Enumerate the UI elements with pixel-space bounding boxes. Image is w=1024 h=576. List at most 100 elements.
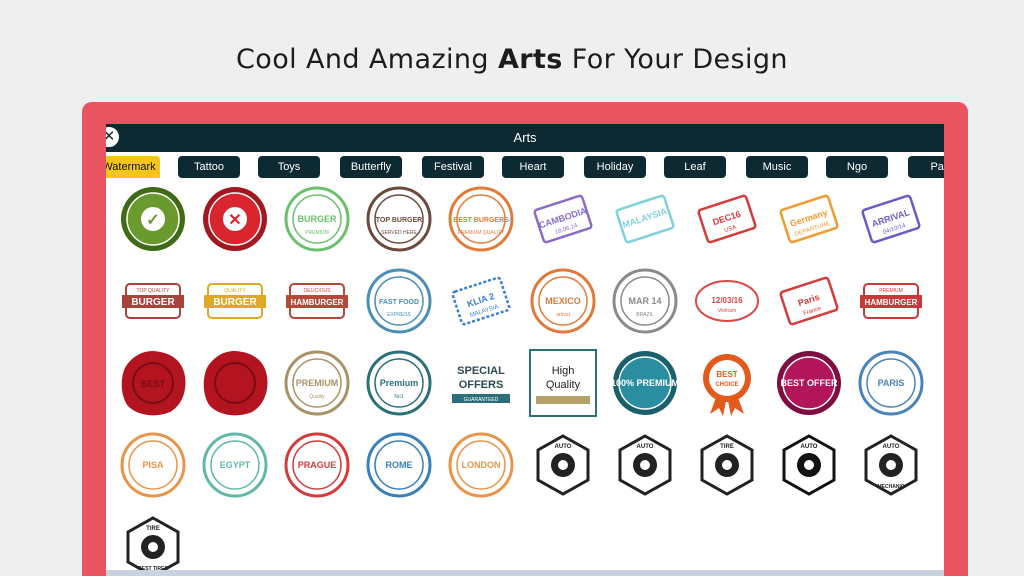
svg-text:DEC16: DEC16 [711,209,742,227]
sticker-14[interactable]: FAST FOOD EXPRESS [364,266,434,336]
svg-text:AUTO: AUTO [801,444,818,450]
tab-festival[interactable]: Festival [422,156,484,178]
svg-text:BEST: BEST [716,370,737,379]
svg-text:TIRE: TIRE [720,444,734,450]
sticker-37[interactable]: AUTO [610,430,680,500]
tab-par[interactable]: Par [908,156,944,178]
headline-text-1: Cool And Amazing [236,44,498,75]
sticker-36[interactable]: AUTO [528,430,598,500]
svg-text:12/03/16: 12/03/16 [711,296,743,305]
sticker-10[interactable]: ARRIVAL 04/10/14 [856,184,926,254]
tab-music[interactable]: Music [746,156,808,178]
sticker-16[interactable]: MEXICO arrival [528,266,598,336]
category-tabs: Watermark Tattoo Toys Butterfly Festival Hear… [106,156,944,178]
sticker-19[interactable]: Paris France [774,266,844,336]
sticker-23[interactable]: PREMIUM Quality [282,348,352,418]
tab-butterfly[interactable]: Butterfly [340,156,402,178]
svg-text:✓: ✓ [146,212,159,229]
sticker-5[interactable]: BEST BURGERS PREMIUM QUALITY [446,184,516,254]
svg-text:Quality: Quality [546,379,581,391]
sticker-7[interactable]: MALAYSIA [610,184,680,254]
svg-text:SERVED HERE: SERVED HERE [381,230,417,236]
svg-text:Quality: Quality [309,394,325,400]
sticker-18[interactable]: 12/03/16 Vietnam [692,266,762,336]
sticker-32[interactable]: EGYPT [200,430,270,500]
sticker-30[interactable]: PARIS [856,348,926,418]
svg-text:Premium: Premium [380,378,419,388]
sticker-8[interactable]: DEC16 USA [692,184,762,254]
sticker-11[interactable]: BURGER TOP QUALITY [118,266,188,336]
svg-text:PREMIUM: PREMIUM [879,288,903,294]
svg-text:MEXICO: MEXICO [545,296,581,306]
sticker-29[interactable]: BEST OFFER [774,348,844,418]
svg-text:EXPRESS: EXPRESS [387,312,411,318]
sticker-39[interactable]: AUTO [774,430,844,500]
sticker-41[interactable]: TIRE BEST TIRES [118,512,188,576]
svg-text:LONDON: LONDON [462,460,501,470]
svg-text:BURGER: BURGER [131,297,175,308]
svg-text:100% PREMIUM: 100% PREMIUM [611,378,679,388]
sticker-13[interactable]: HAMBURGER DELICIOUS [282,266,352,336]
svg-text:CHOICE: CHOICE [715,382,738,388]
device-frame: Arts ✕ Watermark Tattoo Toys Butterfly Festi… [82,102,968,576]
sticker-20[interactable]: HAMBURGER PREMIUM [856,266,926,336]
svg-text:EGYPT: EGYPT [220,460,251,470]
svg-text:SPECIAL: SPECIAL [457,365,505,377]
svg-text:PREMIUM QUALITY: PREMIUM QUALITY [458,230,505,236]
svg-text:TOP QUALITY: TOP QUALITY [137,288,171,294]
sticker-4[interactable]: TOP BURGER SERVED HERE [364,184,434,254]
svg-text:BEST: BEST [141,379,166,389]
sticker-21[interactable]: BEST [118,348,188,418]
sticker-grid: ✓ ✕ BURGER PREMIUM TOP BURGER SERVED HERE BEST… [106,184,944,576]
sticker-1[interactable]: ✓ [118,184,188,254]
sticker-24[interactable]: Premium No1 [364,348,434,418]
taskbar [106,570,944,576]
window-title: Arts [513,130,537,145]
close-icon[interactable]: ✕ [106,126,120,148]
svg-text:BURGER: BURGER [297,214,337,224]
tab-watermark[interactable]: Watermark [106,156,160,178]
svg-text:USA: USA [724,225,738,235]
app-screen: Arts ✕ Watermark Tattoo Toys Butterfly Festi… [106,124,944,576]
sticker-35[interactable]: LONDON [446,430,516,500]
tab-leaf[interactable]: Leaf [664,156,726,178]
sticker-17[interactable]: MAR 14 BRAZIL [610,266,680,336]
tab-holiday[interactable]: Holiday [584,156,646,178]
sticker-15[interactable]: KLIA 2 MALAYSIA [446,266,516,336]
headline-bold: Arts [497,44,563,75]
svg-text:BEST OFFER: BEST OFFER [780,378,838,388]
svg-text:PARIS: PARIS [878,378,905,388]
svg-text:MALAYSIA: MALAYSIA [621,206,668,230]
tab-heart[interactable]: Heart [502,156,564,178]
svg-text:BEST BURGERS: BEST BURGERS [453,217,509,224]
sticker-6[interactable]: CAMBODIA 18.06.14 [528,184,598,254]
tab-toys[interactable]: Toys [258,156,320,178]
svg-text:TIRE: TIRE [146,526,160,532]
sticker-2[interactable]: ✕ [200,184,270,254]
sticker-28[interactable]: BEST CHOICE [692,348,762,418]
tab-ngo[interactable]: Ngo [826,156,888,178]
sticker-40[interactable]: AUTO MECHANIC [856,430,926,500]
sticker-3[interactable]: BURGER PREMIUM [282,184,352,254]
title-bar: Arts ✕ [106,124,944,152]
svg-text:FAST FOOD: FAST FOOD [379,299,419,306]
sticker-33[interactable]: PRAGUE [282,430,352,500]
svg-text:MAR 14: MAR 14 [628,296,661,306]
svg-text:AUTO: AUTO [637,444,654,450]
svg-text:HAMBURGER: HAMBURGER [865,298,918,307]
svg-text:PISA: PISA [142,460,164,470]
sticker-26[interactable]: High Quality [528,348,598,418]
sticker-25[interactable]: SPECIAL OFFERS GUARANTEED [446,348,516,418]
svg-text:PREMIUM: PREMIUM [305,230,329,236]
sticker-34[interactable]: ROME [364,430,434,500]
sticker-31[interactable]: PISA [118,430,188,500]
headline-text-2: For Your Design [562,44,788,75]
sticker-38[interactable]: TIRE [692,430,762,500]
sticker-22[interactable] [200,348,270,418]
sticker-27[interactable]: 100% PREMIUM [610,348,680,418]
sticker-12[interactable]: BURGER QUALITY [200,266,270,336]
svg-text:BURGER: BURGER [213,297,257,308]
sticker-9[interactable]: Germany DEPARTURE [774,184,844,254]
tab-tattoo[interactable]: Tattoo [178,156,240,178]
svg-text:QUALITY: QUALITY [224,288,246,294]
